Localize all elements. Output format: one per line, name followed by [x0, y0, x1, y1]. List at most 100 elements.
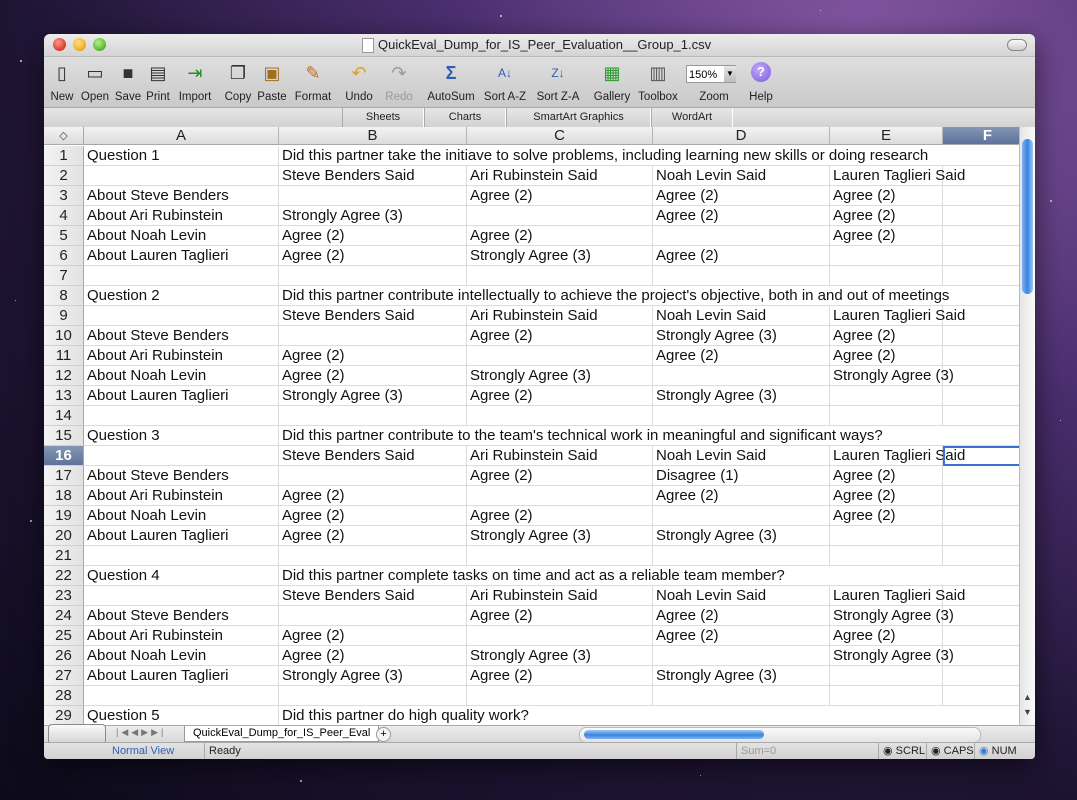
column-header-e[interactable]: E: [830, 127, 943, 145]
cell[interactable]: [467, 406, 653, 426]
cell[interactable]: [653, 226, 830, 246]
cell[interactable]: Agree (2): [467, 666, 653, 686]
cell[interactable]: [943, 466, 1019, 486]
cell[interactable]: Agree (2): [467, 186, 653, 206]
cell[interactable]: [279, 406, 467, 426]
row-header[interactable]: 3: [44, 186, 84, 206]
sort-descending-button[interactable]: Z↓ Sort Z-A: [533, 60, 583, 104]
cell[interactable]: About Steve Benders: [84, 326, 279, 346]
scroll-down-arrow[interactable]: ▼: [1023, 707, 1032, 717]
cell[interactable]: Noah Levin Said: [653, 166, 830, 186]
cell[interactable]: [830, 526, 943, 546]
view-mode-label[interactable]: Normal View: [112, 743, 174, 759]
row-header[interactable]: 23: [44, 586, 84, 606]
cell[interactable]: Strongly Agree (3): [467, 366, 653, 386]
toolbar-toggle-button[interactable]: [1007, 39, 1027, 51]
row-header[interactable]: 10: [44, 326, 84, 346]
row-header[interactable]: 29: [44, 706, 84, 725]
cell[interactable]: [653, 506, 830, 526]
row-header[interactable]: 7: [44, 266, 84, 286]
row-header[interactable]: 9: [44, 306, 84, 326]
cell[interactable]: Question 4: [84, 566, 279, 586]
cell[interactable]: Disagree (1): [653, 466, 830, 486]
cell[interactable]: [943, 626, 1019, 646]
format-painter-button[interactable]: ✎ Format: [291, 60, 335, 104]
cell[interactable]: [943, 206, 1019, 226]
question-text-cell[interactable]: Did this partner take the initiave to so…: [279, 146, 1019, 166]
row-header[interactable]: 16: [44, 446, 84, 466]
cell[interactable]: [830, 246, 943, 266]
cell[interactable]: [84, 686, 279, 706]
cell[interactable]: [279, 186, 467, 206]
cell[interactable]: Ari Rubinstein Said: [467, 446, 653, 466]
row-header[interactable]: 13: [44, 386, 84, 406]
cell[interactable]: [653, 646, 830, 666]
cell[interactable]: Agree (2): [653, 486, 830, 506]
row-header[interactable]: 1: [44, 146, 84, 166]
cell[interactable]: Agree (2): [279, 526, 467, 546]
print-button[interactable]: ▤ Print: [144, 60, 172, 104]
tab-smartart[interactable]: SmartArt Graphics: [506, 108, 651, 127]
cell[interactable]: [943, 166, 1019, 186]
cell[interactable]: Agree (2): [830, 326, 943, 346]
column-header-b[interactable]: B: [279, 127, 467, 145]
row-header[interactable]: 5: [44, 226, 84, 246]
select-all-corner[interactable]: ◇: [44, 127, 84, 145]
toolbox-button[interactable]: ▥ Toolbox: [635, 60, 681, 104]
paste-button[interactable]: ▣ Paste: [256, 60, 288, 104]
cell[interactable]: [467, 626, 653, 646]
cell[interactable]: Agree (2): [830, 486, 943, 506]
cell[interactable]: Agree (2): [830, 506, 943, 526]
row-header[interactable]: 25: [44, 626, 84, 646]
row-header[interactable]: 26: [44, 646, 84, 666]
vertical-scrollbar[interactable]: ▲ ▼: [1019, 127, 1035, 725]
cell[interactable]: About Noah Levin: [84, 366, 279, 386]
cell[interactable]: [830, 386, 943, 406]
cell[interactable]: Steve Benders Said: [279, 446, 467, 466]
cell[interactable]: Agree (2): [279, 506, 467, 526]
cell[interactable]: [830, 266, 943, 286]
row-header[interactable]: 11: [44, 346, 84, 366]
cell[interactable]: [279, 606, 467, 626]
cell[interactable]: Lauren Taglieri Said: [830, 306, 965, 326]
cell[interactable]: Agree (2): [830, 226, 943, 246]
cell[interactable]: [84, 166, 279, 186]
cell[interactable]: Agree (2): [467, 326, 653, 346]
row-header[interactable]: 12: [44, 366, 84, 386]
cell[interactable]: Strongly Agree (3): [653, 526, 830, 546]
cell[interactable]: [653, 546, 830, 566]
cell[interactable]: [279, 326, 467, 346]
cell[interactable]: [943, 246, 1019, 266]
cell[interactable]: Agree (2): [653, 346, 830, 366]
cell[interactable]: Agree (2): [467, 606, 653, 626]
row-header[interactable]: 18: [44, 486, 84, 506]
row-header[interactable]: 20: [44, 526, 84, 546]
cell[interactable]: [943, 366, 1019, 386]
sheet-tab[interactable]: QuickEval_Dump_for_IS_Peer_Eval: [184, 726, 380, 742]
cell[interactable]: Lauren Taglieri Said: [830, 586, 965, 606]
cell[interactable]: Agree (2): [830, 626, 943, 646]
row-header[interactable]: 28: [44, 686, 84, 706]
cell[interactable]: [84, 266, 279, 286]
row-header[interactable]: 6: [44, 246, 84, 266]
autosum-button[interactable]: Σ AutoSum: [426, 60, 476, 104]
cell[interactable]: Question 2: [84, 286, 279, 306]
cell[interactable]: Question 3: [84, 426, 279, 446]
row-header[interactable]: 8: [44, 286, 84, 306]
cell[interactable]: Noah Levin Said: [653, 306, 830, 326]
cell[interactable]: Strongly Agree (3): [653, 386, 830, 406]
cell[interactable]: Agree (2): [830, 346, 943, 366]
import-button[interactable]: ⇥ Import: [174, 60, 216, 104]
cell[interactable]: Noah Levin Said: [653, 586, 830, 606]
save-button[interactable]: ■ Save: [114, 60, 142, 104]
spreadsheet-grid[interactable]: ◇ A B C D E F 1 Question 1 Did this partner take…: [44, 127, 1019, 725]
cell[interactable]: Lauren Taglieri Said: [830, 446, 965, 466]
cell[interactable]: Strongly Agree (3): [653, 666, 830, 686]
cell[interactable]: [279, 546, 467, 566]
cell[interactable]: [653, 406, 830, 426]
cell[interactable]: Agree (2): [279, 646, 467, 666]
cell[interactable]: Agree (2): [653, 246, 830, 266]
cell[interactable]: Steve Benders Said: [279, 586, 467, 606]
column-header-d[interactable]: D: [653, 127, 830, 145]
cell[interactable]: [943, 406, 1019, 426]
